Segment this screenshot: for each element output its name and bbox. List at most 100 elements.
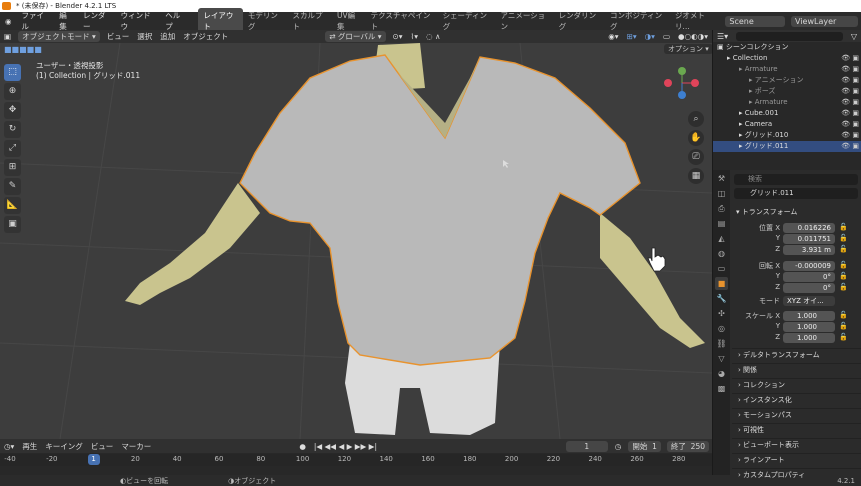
- outliner-editor-icon[interactable]: ☰▾: [713, 32, 732, 41]
- lock-icon[interactable]: 🔓: [839, 272, 848, 280]
- properties-section-header[interactable]: › デルタトランスフォーム: [732, 348, 861, 361]
- timeline-ruler[interactable]: -40 -20 1 20 40 60 80 100 120 140 160 180 200 220 240 2…: [0, 454, 712, 466]
- mode-selector[interactable]: オブジェクトモード ▾: [18, 31, 100, 42]
- data-tab-icon[interactable]: ▽: [715, 352, 728, 365]
- menu-file[interactable]: ファイル: [17, 10, 55, 32]
- scene-collection-row[interactable]: ▣ シーンコレクション: [713, 42, 861, 53]
- annotate-tool-icon[interactable]: ✎: [4, 178, 21, 195]
- menu-help[interactable]: ヘルプ: [160, 10, 191, 32]
- world-tab-icon[interactable]: ◍: [715, 247, 728, 260]
- transform-tool-icon[interactable]: ⊞: [4, 159, 21, 176]
- viewport-axis-gizmo[interactable]: [664, 67, 699, 99]
- menu-add[interactable]: 追加: [156, 31, 179, 42]
- outliner-row[interactable]: ▸ ポーズ 👁 ▣: [713, 86, 861, 97]
- cursor-tool-icon[interactable]: ⊕: [4, 83, 21, 100]
- scale-tool-icon[interactable]: ⤢: [4, 140, 21, 157]
- scale-x-field[interactable]: 1.000: [783, 311, 835, 321]
- viewlayer-selector[interactable]: ViewLayer: [791, 15, 858, 27]
- filter-icon[interactable]: ▽: [847, 32, 861, 41]
- orientation-selector[interactable]: ⇄ グローバル ▾: [325, 31, 386, 42]
- editor-type-icon[interactable]: ▣: [0, 32, 15, 41]
- visibility-toggle-icon[interactable]: 👁 ▣: [841, 141, 859, 152]
- transform-panel-header[interactable]: ▾ トランスフォーム: [736, 207, 797, 217]
- visibility-toggle-icon[interactable]: 👁 ▣: [841, 108, 859, 119]
- end-frame-field[interactable]: 終了 250: [666, 440, 709, 452]
- properties-section-header[interactable]: › インスタンス化: [732, 393, 861, 406]
- physics-tab-icon[interactable]: ◎: [715, 322, 728, 335]
- visibility-toggle-icon[interactable]: 👁 ▣: [841, 86, 859, 97]
- proportional-icon[interactable]: ◌ ∧: [422, 32, 444, 41]
- menu-render[interactable]: レンダー: [78, 10, 116, 32]
- selection-mode-icons[interactable]: ■■■■■: [4, 45, 42, 54]
- outliner-row[interactable]: ▸ Cube.001 👁 ▣: [713, 108, 861, 119]
- ortho-grid-icon[interactable]: ▦: [688, 168, 704, 184]
- outliner-row[interactable]: ▸ グリッド.010 👁 ▣: [713, 130, 861, 141]
- gizmo-icon[interactable]: ⊞▾: [623, 32, 641, 41]
- lock-icon[interactable]: 🔓: [839, 283, 848, 291]
- constraints-tab-icon[interactable]: ⛓: [715, 337, 728, 350]
- location-y-field[interactable]: 0.011751: [783, 234, 835, 244]
- modifier-tab-icon[interactable]: 🔧: [715, 292, 728, 305]
- properties-section-header[interactable]: › モーションパス: [732, 408, 861, 421]
- options-button[interactable]: オプション ▾: [664, 44, 713, 54]
- texture-tab-icon[interactable]: ▩: [715, 382, 728, 395]
- particles-tab-icon[interactable]: ✣: [715, 307, 728, 320]
- timeline-editor-icon[interactable]: ◷▾: [0, 442, 18, 451]
- current-frame-indicator[interactable]: 1: [87, 454, 100, 465]
- location-x-field[interactable]: 0.016226: [783, 223, 835, 233]
- menu-window[interactable]: ウィンドウ: [116, 10, 161, 32]
- properties-section-header[interactable]: › 関係: [732, 363, 861, 376]
- camera-view-icon[interactable]: ⎚: [688, 149, 704, 165]
- pivot-icon[interactable]: ⊙▾: [389, 32, 407, 41]
- outliner-row[interactable]: ▸ Armature 👁 ▣: [713, 97, 861, 108]
- current-frame-field[interactable]: 1: [565, 440, 608, 452]
- shading-solid-icon[interactable]: ●○◐◑▾: [674, 32, 712, 41]
- visibility-toggle-icon[interactable]: 👁 ▣: [841, 130, 859, 141]
- rotation-mode-select[interactable]: XYZ オイ...: [783, 296, 835, 306]
- zoom-icon[interactable]: ⌕: [688, 111, 704, 127]
- scale-z-field[interactable]: 1.000: [783, 333, 835, 343]
- output-tab-icon[interactable]: ⎙: [715, 202, 728, 215]
- scene-tab-icon[interactable]: ◭: [715, 232, 728, 245]
- visibility-toggle-icon[interactable]: 👁 ▣: [841, 53, 859, 64]
- menu-marker[interactable]: マーカー: [117, 441, 155, 452]
- outliner-search[interactable]: [736, 31, 843, 41]
- object-tab-icon[interactable]: ■: [715, 277, 728, 290]
- outliner-row[interactable]: ▸ Armature 👁 ▣: [713, 64, 861, 75]
- rotation-x-field[interactable]: -0.000009: [783, 261, 835, 271]
- outliner-row[interactable]: ▸ アニメーション 👁 ▣: [713, 75, 861, 86]
- view-layer-tab-icon[interactable]: ▤: [715, 217, 728, 230]
- visibility-icon[interactable]: ◉▾: [604, 32, 622, 41]
- playback-controls[interactable]: |◀ ◀◀ ◀ ▶ ▶▶ ▶|: [310, 442, 381, 451]
- record-icon[interactable]: ●: [295, 442, 310, 451]
- visibility-toggle-icon[interactable]: 👁 ▣: [841, 119, 859, 130]
- rotation-y-field[interactable]: 0°: [783, 272, 835, 282]
- start-frame-field[interactable]: 開始 1: [628, 440, 661, 452]
- outliner-row[interactable]: ▸ Collection 👁 ▣: [713, 53, 861, 64]
- menu-edit[interactable]: 編集: [54, 10, 78, 32]
- scene-selector[interactable]: Scene: [725, 15, 786, 27]
- location-z-field[interactable]: 3.931 m: [783, 245, 835, 255]
- lock-icon[interactable]: 🔓: [839, 223, 848, 231]
- lock-icon[interactable]: 🔓: [839, 333, 848, 341]
- overlay-icon[interactable]: ◑▾: [641, 32, 659, 41]
- scale-y-field[interactable]: 1.000: [783, 322, 835, 332]
- outliner-row[interactable]: ▸ Camera 👁 ▣: [713, 119, 861, 130]
- render-tab-icon[interactable]: ◫: [715, 187, 728, 200]
- menu-view[interactable]: ビュー: [103, 31, 134, 42]
- blender-menu-icon[interactable]: ◉: [0, 17, 17, 26]
- move-tool-icon[interactable]: ✥: [4, 102, 21, 119]
- rotate-tool-icon[interactable]: ↻: [4, 121, 21, 138]
- pan-hand-icon[interactable]: ✋: [688, 130, 704, 146]
- tool-tab-icon[interactable]: ⚒: [715, 172, 728, 185]
- properties-section-header[interactable]: › ラインアート: [732, 453, 861, 466]
- material-tab-icon[interactable]: ◕: [715, 367, 728, 380]
- snap-icon[interactable]: ⌇▾: [407, 32, 422, 41]
- measure-tool-icon[interactable]: 📐: [4, 197, 21, 214]
- menu-object[interactable]: オブジェクト: [179, 31, 232, 42]
- visibility-toggle-icon[interactable]: 👁 ▣: [841, 64, 859, 75]
- lock-icon[interactable]: 🔓: [839, 311, 848, 319]
- visibility-toggle-icon[interactable]: 👁 ▣: [841, 75, 859, 86]
- outliner-row[interactable]: ▸ グリッド.011 👁 ▣: [713, 141, 861, 152]
- 3d-viewport[interactable]: [0, 43, 712, 439]
